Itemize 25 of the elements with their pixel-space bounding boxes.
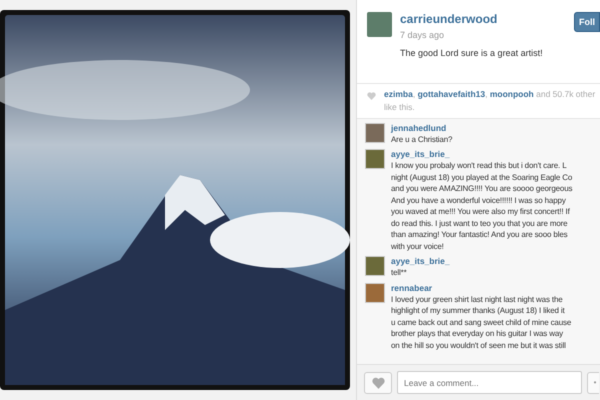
comment-text: tell** bbox=[391, 267, 408, 278]
comment-text: Are u a Christian? bbox=[391, 134, 452, 145]
avatar[interactable] bbox=[365, 282, 385, 302]
username-link[interactable]: ayye_its_brie_ bbox=[391, 256, 450, 267]
avatar[interactable] bbox=[365, 122, 385, 142]
comment-text: I know you probaly won't read this but i don't care. L night (August 18) you played at the Soaring Eagle Co and you were AMAZING!!!! You are soooo georgeous And you have a wonderful voice!!!!!! I was so happy you waved at me!!! You were also my first concert!! If do read this. I just want to teo you that you are more than amazing! Your fantastic! And you are sooo bles with your voice! bbox=[391, 160, 572, 252]
comment-field[interactable]: Leave a comment... bbox=[397, 371, 582, 394]
like-button[interactable] bbox=[364, 372, 392, 394]
username-link[interactable]: jennahedlund bbox=[391, 122, 452, 134]
avatar[interactable] bbox=[365, 256, 385, 276]
username-link[interactable]: ayye_its_brie_ bbox=[391, 149, 572, 160]
username-link[interactable]: carrieunderwood bbox=[400, 12, 566, 27]
likes-summary: ezimba, gottahavefaith13, moonpooh and 50.7k other like this. bbox=[384, 88, 596, 114]
heart-icon bbox=[367, 92, 376, 100]
post-time: 7 days ago bbox=[400, 29, 446, 42]
liker-link[interactable]: gottahavefaith13 bbox=[418, 89, 486, 99]
more-button[interactable]: • bbox=[587, 372, 599, 394]
post-caption: The good Lord sure is a great artist! bbox=[400, 46, 544, 60]
avatar[interactable] bbox=[365, 149, 385, 169]
comment-text: I loved your green shirt last night last night was the highlight of my summer thanks (August 18) I liked it u came back out and sang sweet child of mine cause brother plays that everyday on his guitar I was way on the hill so you wouldn't of seen me but it was still bbox=[391, 294, 572, 351]
liker-link[interactable]: moonpooh bbox=[490, 89, 534, 99]
username-link[interactable]: rennabear bbox=[391, 282, 572, 294]
heart-icon bbox=[372, 376, 384, 388]
follow-button[interactable]: Foll bbox=[574, 12, 600, 32]
liker-link[interactable]: ezimba bbox=[384, 89, 413, 99]
